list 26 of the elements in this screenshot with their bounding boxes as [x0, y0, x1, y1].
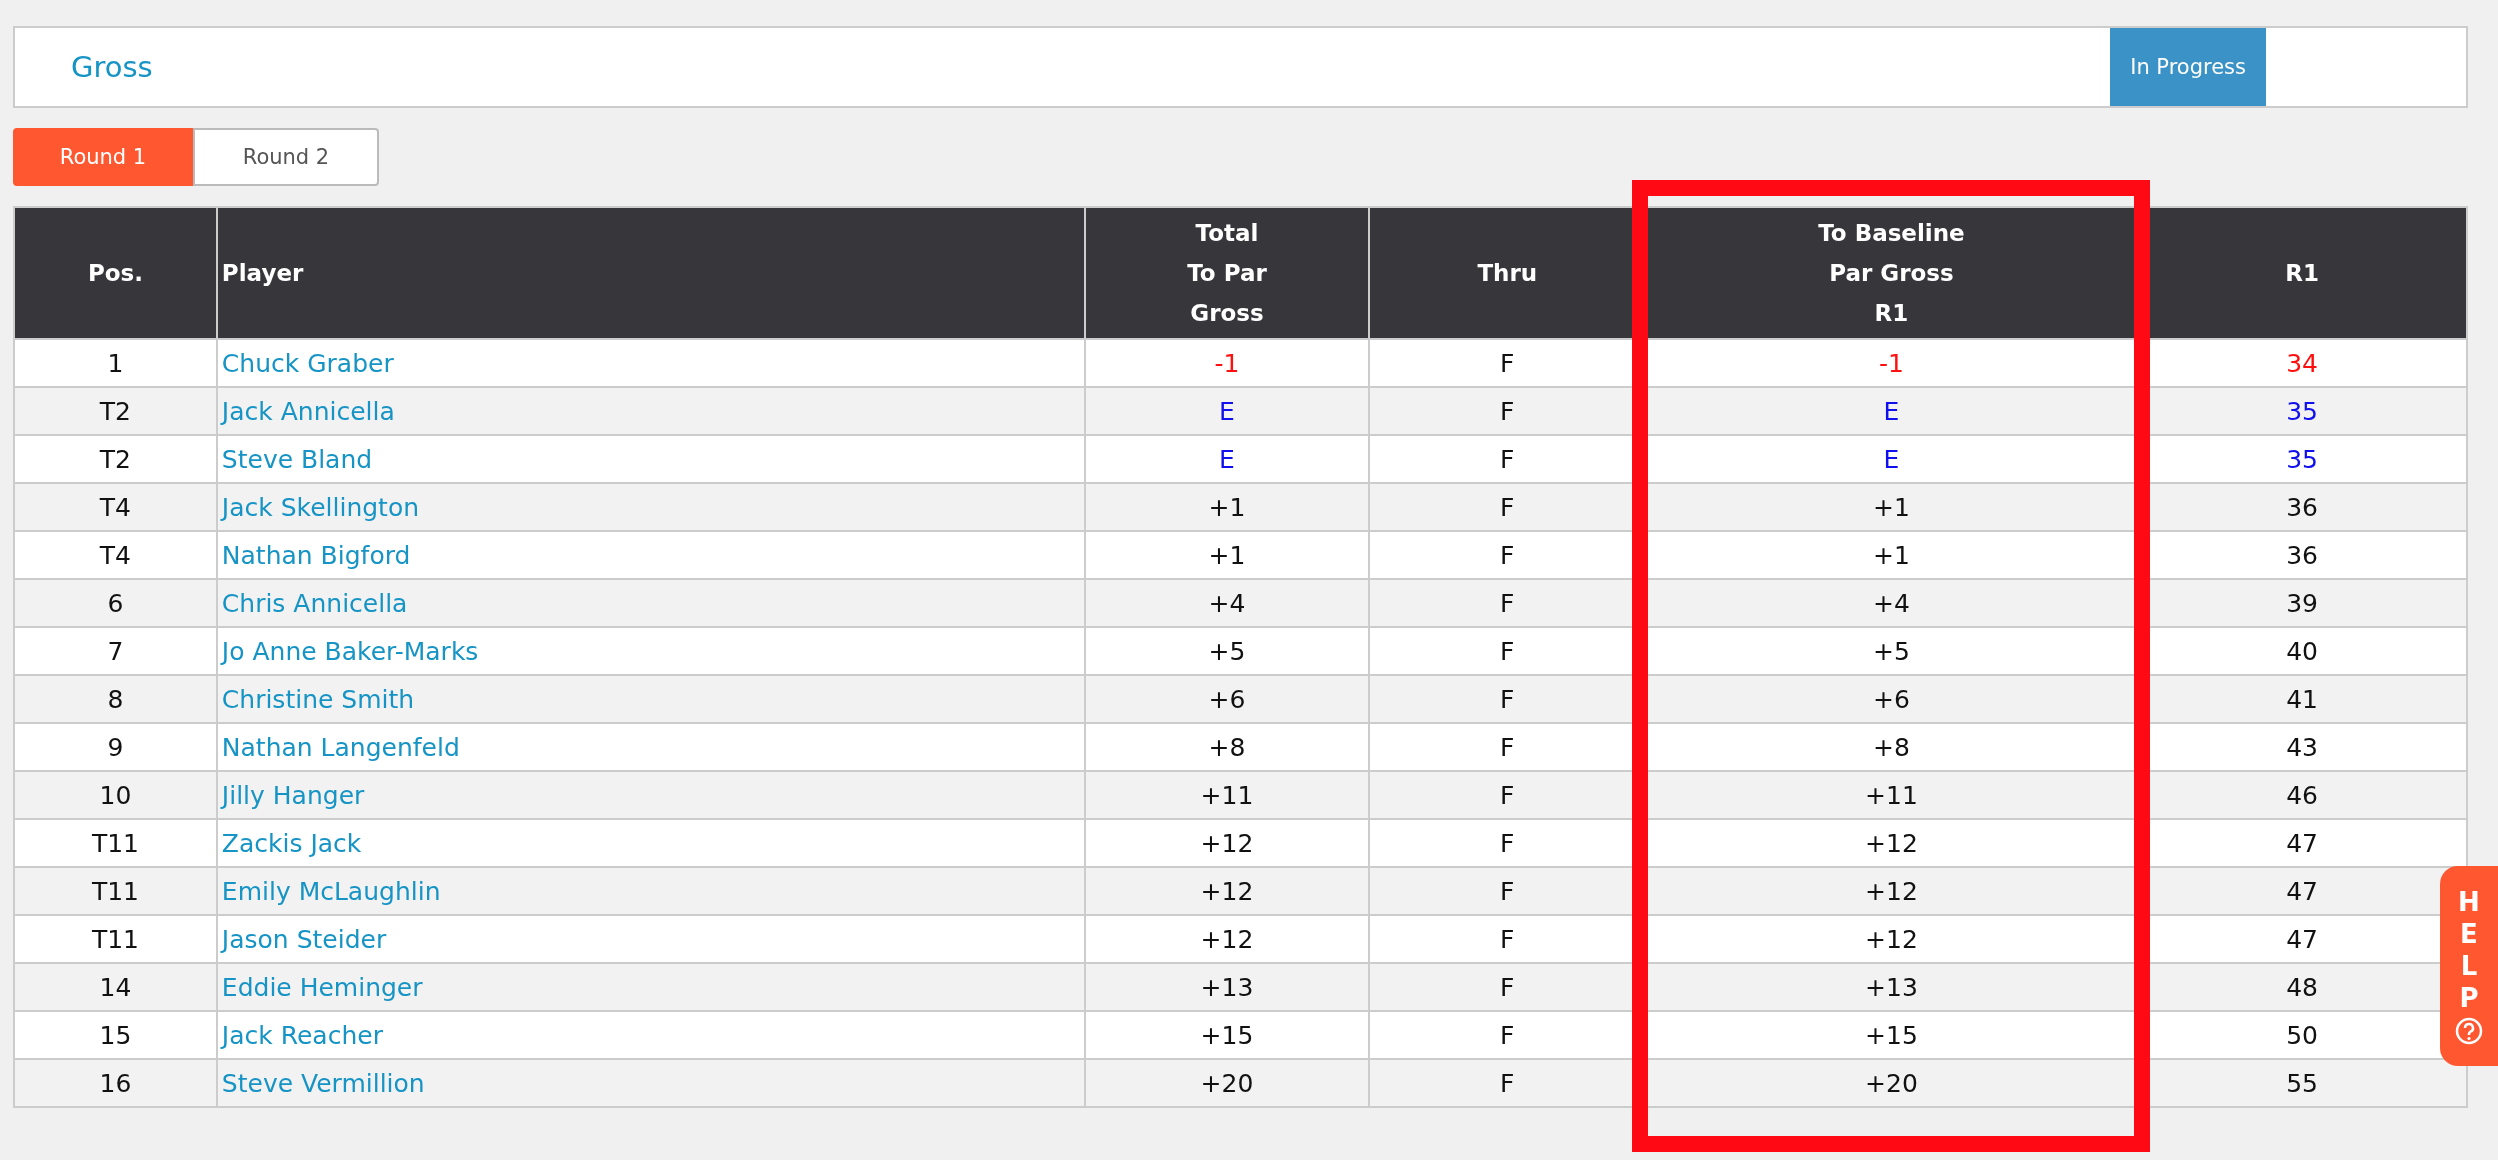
player-link[interactable]: Jason Steider [221, 924, 387, 954]
leaderboard-title: Gross [71, 50, 153, 84]
player-link[interactable]: Chris Annicella [221, 588, 408, 618]
status-label: In Progress [2110, 28, 2266, 106]
column-header: Player [216, 207, 1086, 339]
player-link[interactable]: Nathan Bigford [221, 540, 411, 570]
player-link[interactable]: Nathan Langenfeld [221, 732, 460, 762]
player-link[interactable]: Jack Skellington [221, 492, 420, 522]
player-link[interactable]: Steve Vermillion [221, 1068, 425, 1098]
round-tab[interactable]: Round 2 [193, 128, 379, 186]
player-link[interactable]: Eddie Heminger [221, 972, 423, 1002]
player-link[interactable]: Steve Bland [221, 444, 373, 474]
player-link[interactable]: Jack Reacher [221, 1020, 383, 1050]
player-link[interactable]: Jack Annicella [221, 396, 395, 426]
position-cell: 16 [14, 1059, 217, 1107]
player-link[interactable]: Christine Smith [221, 684, 415, 714]
player-link[interactable]: Jo Anne Baker-Marks [221, 636, 479, 666]
player-link[interactable]: Jilly Hanger [221, 780, 365, 810]
round-tab[interactable]: Round 1 [13, 128, 193, 186]
player-link[interactable]: Emily McLaughlin [221, 876, 441, 906]
column-header: Pos. [14, 207, 217, 339]
total-cell: +20 [1085, 1059, 1369, 1107]
question-icon [2455, 1017, 2483, 1045]
column-header: Total To Par Gross [1085, 207, 1369, 339]
player-link[interactable]: Chuck Graber [221, 348, 394, 378]
player-link[interactable]: Zackis Jack [221, 828, 362, 858]
